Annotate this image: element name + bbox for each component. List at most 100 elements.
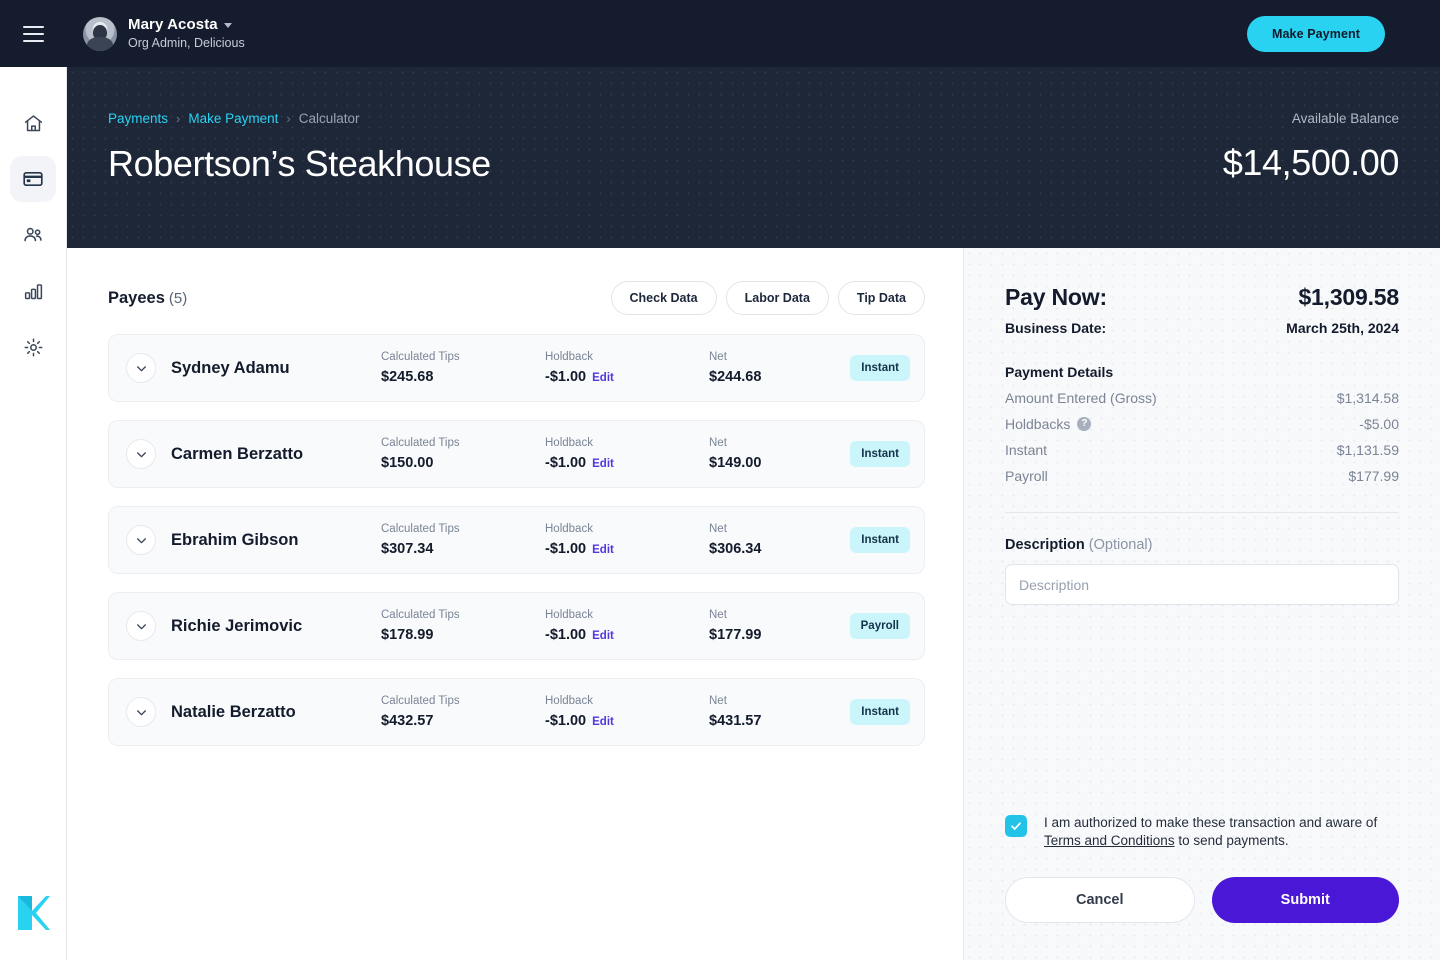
calculated-tips-cell: Calculated Tips$150.00 (381, 437, 545, 471)
net-value: $431.57 (709, 713, 849, 729)
payees-panel: Payees (5) Check Data Labor Data Tip Dat… (67, 248, 963, 960)
business-date-value: March 25th, 2024 (1286, 320, 1399, 336)
edit-holdback-link[interactable]: Edit (592, 630, 614, 642)
edit-holdback-link[interactable]: Edit (592, 544, 614, 556)
make-payment-button[interactable]: Make Payment (1247, 16, 1385, 52)
payee-row[interactable]: Sydney AdamuCalculated Tips$245.68Holdba… (108, 334, 925, 402)
net-cell: Net$306.34 (709, 523, 849, 557)
cancel-button[interactable]: Cancel (1005, 877, 1195, 923)
help-icon[interactable]: ? (1077, 417, 1091, 431)
k-logo-icon (16, 894, 50, 932)
payee-name: Ebrahim Gibson (171, 531, 381, 550)
check-data-button[interactable]: Check Data (611, 281, 717, 315)
holdback-cell: Holdback-$1.00Edit (545, 437, 709, 471)
net-cell: Net$244.68 (709, 351, 849, 385)
payee-row[interactable]: Ebrahim GibsonCalculated Tips$307.34Hold… (108, 506, 925, 574)
payees-count: (5) (169, 290, 187, 307)
payment-method-badge: Instant (850, 699, 910, 725)
calculated-tips-value: $245.68 (381, 369, 545, 385)
payee-row[interactable]: Richie JerimovicCalculated Tips$178.99Ho… (108, 592, 925, 660)
user-name-row: Mary Acosta (128, 16, 245, 35)
net-value: $149.00 (709, 455, 849, 471)
edit-holdback-link[interactable]: Edit (592, 458, 614, 470)
holdback-label: Holdback (545, 695, 709, 707)
sidebar-item-payments[interactable] (10, 156, 56, 202)
breadcrumb-separator: › (176, 111, 180, 126)
payee-name: Natalie Berzatto (171, 703, 381, 722)
net-cell: Net $431.57 (709, 695, 849, 729)
available-balance-label: Available Balance (1223, 111, 1399, 126)
calculated-tips-label: Calculated Tips (381, 351, 545, 363)
check-icon (1010, 820, 1022, 832)
expand-payee-button[interactable] (126, 697, 156, 727)
sidebar-item-people[interactable] (10, 212, 56, 258)
payment-detail-value: $1,131.59 (1337, 442, 1399, 458)
payees-header: Payees (5) Check Data Labor Data Tip Dat… (108, 281, 925, 315)
page-header: Payments › Make Payment › Calculator Rob… (67, 67, 1440, 248)
calculated-tips-cell: Calculated Tips $178.99 (381, 609, 545, 643)
net-value: $244.68 (709, 369, 849, 385)
pay-now-amount: $1,309.58 (1298, 284, 1399, 311)
sidebar-item-reports[interactable] (10, 268, 56, 314)
user-menu[interactable]: Mary Acosta Org Admin, Delicious (128, 16, 245, 51)
net-label: Net (709, 437, 849, 449)
description-input[interactable] (1005, 564, 1399, 605)
net-label: Net (709, 523, 849, 535)
sidebar-item-home[interactable] (10, 100, 56, 146)
users-icon (22, 224, 44, 246)
expand-payee-button[interactable] (126, 611, 156, 641)
tip-data-button[interactable]: Tip Data (838, 281, 925, 315)
gear-icon (23, 337, 44, 358)
terms-and-conditions-link[interactable]: Terms and Conditions (1044, 833, 1175, 848)
breadcrumb-item-payments[interactable]: Payments (108, 111, 168, 126)
terms-text-before: I am authorized to make these transactio… (1044, 815, 1377, 830)
calculated-tips-label: Calculated Tips (381, 437, 545, 449)
hamburger-menu-icon[interactable] (16, 17, 50, 51)
business-date-label: Business Date: (1005, 320, 1106, 336)
holdback-value: -$1.00 (545, 455, 586, 471)
payee-row[interactable]: Carmen BerzattoCalculated Tips$150.00Hol… (108, 420, 925, 488)
holdback-label: Holdback (545, 523, 709, 535)
avatar[interactable] (83, 17, 117, 51)
chevron-down-icon[interactable] (224, 23, 232, 28)
net-label: Net (709, 695, 849, 707)
payment-detail-label: Payroll (1005, 468, 1048, 484)
expand-payee-button[interactable] (126, 439, 156, 469)
calculated-tips-value: $178.99 (381, 627, 545, 643)
hamburger-line (23, 26, 44, 28)
chevron-down-icon (135, 706, 148, 719)
chevron-down-icon (135, 620, 148, 633)
left-sidebar (0, 67, 67, 960)
available-balance: Available Balance $14,500.00 (1223, 111, 1399, 184)
divider (1005, 512, 1399, 513)
payment-detail-row: Amount Entered (Gross)$1,314.58 (1005, 390, 1399, 406)
payee-name: Richie Jerimovic (171, 617, 381, 636)
submit-button[interactable]: Submit (1212, 877, 1400, 923)
calculated-tips-label: Calculated Tips (381, 609, 545, 621)
payee-row[interactable]: Natalie BerzattoCalculated Tips$432.57Ho… (108, 678, 925, 746)
expand-payee-button[interactable] (126, 525, 156, 555)
home-icon (23, 113, 44, 134)
net-label: Net (709, 609, 849, 621)
edit-holdback-link[interactable]: Edit (592, 716, 614, 728)
edit-holdback-link[interactable]: Edit (592, 372, 614, 384)
sidebar-item-settings[interactable] (10, 324, 56, 370)
terms-checkbox[interactable] (1005, 815, 1027, 837)
chevron-down-icon (135, 448, 148, 461)
holdback-cell: Holdback-$1.00Edit (545, 351, 709, 385)
breadcrumb-item-make-payment[interactable]: Make Payment (188, 111, 278, 126)
payees-title: Payees (108, 289, 165, 308)
description-label-text: Description (1005, 537, 1085, 553)
payee-name: Carmen Berzatto (171, 445, 381, 464)
holdback-value: -$1.00 (545, 541, 586, 557)
content-area: Payments › Make Payment › Calculator Rob… (67, 67, 1440, 960)
payment-detail-label: Holdbacks (1005, 416, 1070, 432)
description-label: Description (Optional) (1005, 537, 1399, 553)
expand-payee-button[interactable] (126, 353, 156, 383)
user-name: Mary Acosta (128, 16, 218, 35)
terms-consent-row: I am authorized to make these transactio… (1005, 814, 1399, 850)
net-cell: Net$177.99 (709, 609, 849, 643)
payment-method-badge: Instant (850, 441, 910, 467)
payment-details-list: Amount Entered (Gross)$1,314.58 Holdbacks… (1005, 380, 1399, 484)
labor-data-button[interactable]: Labor Data (726, 281, 829, 315)
